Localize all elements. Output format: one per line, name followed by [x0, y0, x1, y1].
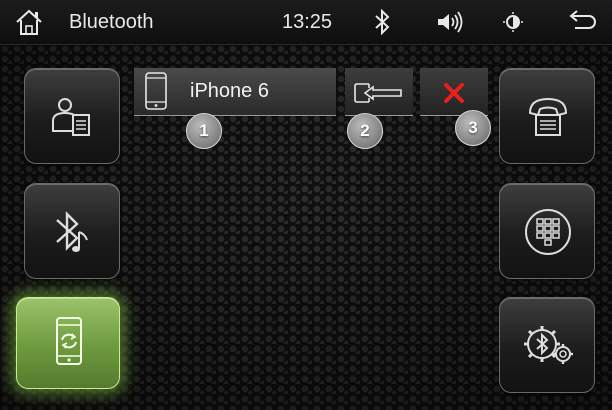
status-bar: Bluetooth 13:25: [0, 0, 612, 45]
phone-sync-icon: [56, 317, 82, 365]
delete-button[interactable]: [420, 68, 488, 116]
device-name: iPhone 6: [190, 80, 269, 102]
clock: 13:25: [282, 11, 333, 33]
bluetooth-settings-button[interactable]: [499, 297, 595, 393]
contacts-icon: [52, 98, 90, 136]
contacts-button[interactable]: [24, 68, 120, 164]
delete-icon: [444, 83, 464, 103]
bluetooth-icon: [375, 9, 390, 35]
callout-marker: 3: [455, 110, 491, 146]
back-icon[interactable]: [567, 10, 597, 34]
keypad-button[interactable]: [499, 183, 595, 279]
connect-button[interactable]: [345, 68, 413, 116]
bluetooth-music-button[interactable]: [24, 183, 120, 279]
bluetooth-music-icon: [56, 211, 88, 252]
keypad-icon: [525, 209, 571, 255]
brightness-icon[interactable]: [503, 12, 523, 32]
call-log-icon: [528, 97, 568, 136]
bluetooth-settings-icon: [524, 326, 573, 364]
volume-icon[interactable]: [436, 10, 464, 34]
paired-device-item[interactable]: iPhone 6: [134, 68, 336, 116]
home-icon[interactable]: [14, 8, 44, 36]
call-log-button[interactable]: [499, 68, 595, 164]
phone-icon: [145, 72, 167, 110]
callout-marker: 1: [186, 113, 222, 149]
phone-sync-button[interactable]: [16, 297, 120, 389]
callout-marker: 2: [347, 113, 383, 149]
page-title: Bluetooth: [69, 11, 154, 33]
connect-icon: [354, 83, 402, 103]
